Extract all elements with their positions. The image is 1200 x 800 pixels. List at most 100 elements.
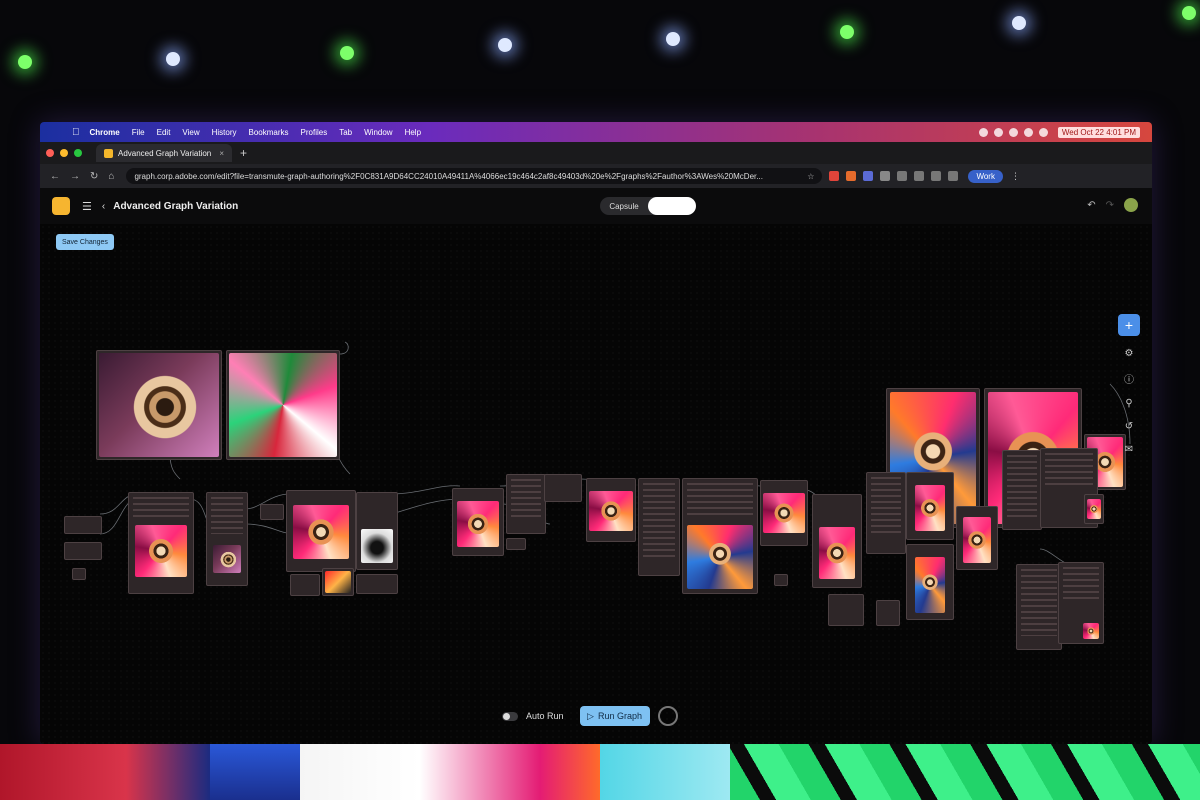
extension-icon[interactable] (931, 171, 942, 181)
puzzle-icon[interactable] (880, 171, 891, 181)
search-icon[interactable]: ⚲ (1122, 398, 1136, 409)
undo-icon[interactable]: ↶ (1087, 200, 1095, 211)
download-icon[interactable] (914, 171, 925, 181)
parameter-node[interactable] (1002, 450, 1042, 530)
back-chevron-icon[interactable]: ‹ (102, 201, 105, 212)
stage-light (18, 55, 32, 69)
input-node[interactable] (64, 542, 102, 560)
processing-node[interactable] (760, 480, 808, 546)
parameter-node[interactable] (638, 478, 680, 576)
menu-tab[interactable]: Tab (339, 128, 352, 137)
processing-node[interactable] (128, 492, 194, 594)
mini-node[interactable] (290, 574, 320, 596)
menu-profiles[interactable]: Profiles (301, 128, 328, 137)
menu-app[interactable]: Chrome (90, 128, 120, 137)
node-preview (763, 493, 805, 533)
menu-window[interactable]: Window (364, 128, 392, 137)
sliders-icon[interactable]: ⚙ (1122, 348, 1136, 359)
menu-edit[interactable]: Edit (157, 128, 171, 137)
processing-node[interactable] (452, 488, 504, 556)
menu-bookmarks[interactable]: Bookmarks (249, 128, 289, 137)
avatar[interactable] (1124, 198, 1138, 212)
view-graph-option[interactable] (648, 197, 696, 215)
minimize-window-icon[interactable] (60, 149, 68, 157)
menu-file[interactable]: File (132, 128, 145, 137)
mini-node[interactable] (322, 568, 354, 596)
extension-icon[interactable] (897, 171, 908, 181)
toggle-node[interactable] (72, 568, 86, 580)
extension-icon[interactable] (846, 171, 857, 181)
processing-node[interactable] (356, 492, 398, 570)
mini-node[interactable] (260, 504, 284, 520)
status-circle-icon[interactable] (657, 706, 678, 726)
parameter-node[interactable] (866, 472, 906, 554)
text-node[interactable] (544, 474, 582, 502)
processing-node[interactable] (206, 492, 248, 586)
browser-tab[interactable]: Advanced Graph Variation × (96, 144, 232, 162)
status-icon[interactable] (1008, 127, 1018, 137)
auto-run-switch[interactable] (502, 711, 518, 721)
address-bar[interactable]: graph.corp.adobe.com/edit?file=transmute… (126, 168, 823, 184)
image-node[interactable] (226, 350, 340, 460)
home-icon[interactable]: ⌂ (108, 171, 114, 182)
toggle-node[interactable] (774, 574, 788, 586)
mini-node[interactable] (1084, 494, 1104, 524)
processing-node[interactable] (812, 494, 862, 588)
new-tab-icon[interactable]: + (240, 146, 247, 160)
text-node[interactable] (1058, 562, 1104, 644)
back-arrow-icon[interactable]: ← (50, 171, 60, 182)
run-graph-button[interactable]: ▷ Run Graph (579, 706, 650, 726)
stage-light (840, 25, 854, 39)
stage-light (666, 32, 680, 46)
history-icon[interactable]: ↺ (1122, 421, 1136, 432)
extension-icon[interactable] (863, 171, 874, 181)
chat-icon[interactable]: ✉ (1122, 444, 1136, 455)
input-node[interactable] (64, 516, 102, 534)
menu-help[interactable]: Help (405, 128, 421, 137)
status-icon[interactable] (1023, 127, 1033, 137)
browser-toolbar: ← → ↻ ⌂ graph.corp.adobe.com/edit?file=t… (40, 164, 1152, 188)
right-toolbar: + ⚙ ⓘ ⚲ ↺ ✉ (1118, 314, 1140, 455)
image-node[interactable] (96, 350, 222, 460)
stage-light (166, 52, 180, 66)
text-node[interactable] (506, 474, 546, 534)
processing-node[interactable] (956, 506, 998, 570)
logo-node[interactable] (828, 594, 864, 626)
mini-node[interactable] (356, 574, 398, 594)
apple-icon[interactable]:  (72, 127, 80, 138)
stage-backdrop (0, 744, 1200, 800)
app-logo[interactable] (52, 197, 70, 215)
view-capsule-option[interactable]: Capsule (600, 197, 648, 215)
extension-icon[interactable] (829, 171, 840, 181)
processing-node[interactable] (682, 478, 758, 594)
node-parameters (511, 479, 541, 520)
redo-icon[interactable]: ↷ (1106, 200, 1114, 211)
status-icon[interactable] (978, 127, 988, 137)
profile-button[interactable]: Work (968, 169, 1003, 183)
menu-view[interactable]: View (182, 128, 199, 137)
parameter-node[interactable] (1016, 564, 1062, 650)
forward-arrow-icon[interactable]: → (70, 171, 80, 182)
hamburger-menu-icon[interactable]: ☰ (82, 200, 92, 213)
menu-history[interactable]: History (212, 128, 237, 137)
status-icon[interactable] (993, 127, 1003, 137)
maximize-window-icon[interactable] (74, 149, 82, 157)
more-menu-icon[interactable]: ⋮ (1011, 171, 1020, 182)
processing-node[interactable] (586, 478, 636, 542)
processing-node[interactable] (286, 490, 356, 572)
close-tab-icon[interactable]: × (219, 149, 224, 158)
reload-icon[interactable]: ↻ (90, 171, 98, 182)
logo-node[interactable] (876, 600, 900, 626)
bookmark-star-icon[interactable]: ☆ (807, 172, 814, 181)
close-window-icon[interactable] (46, 149, 54, 157)
mini-node[interactable] (506, 538, 526, 550)
history-icon[interactable] (948, 171, 959, 181)
stage-panel (300, 744, 600, 800)
processing-node[interactable] (906, 544, 954, 620)
graph-canvas[interactable]: Save Changes + ⚙ ⓘ ⚲ ↺ ✉ (40, 224, 1152, 744)
info-icon[interactable]: ⓘ (1122, 371, 1136, 386)
status-icon[interactable] (1038, 127, 1048, 137)
processing-node[interactable] (906, 472, 954, 540)
add-node-icon[interactable]: + (1118, 314, 1140, 336)
menubar-clock[interactable]: Wed Oct 22 4:01 PM (1057, 126, 1140, 138)
